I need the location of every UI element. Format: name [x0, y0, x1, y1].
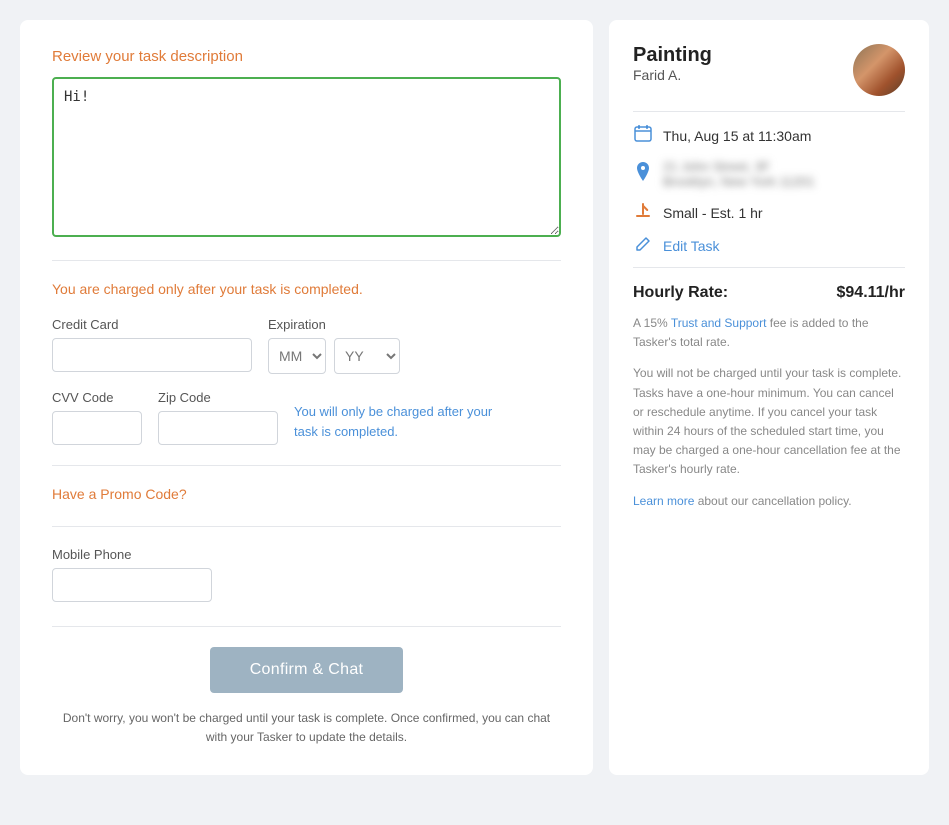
- right-panel: Painting Farid A. Thu, Aug 15 at 11:30am: [609, 20, 929, 775]
- trust-support-link[interactable]: Trust and Support: [671, 316, 767, 330]
- tasker-name: Farid A.: [633, 67, 712, 83]
- edit-icon: [633, 236, 653, 255]
- zip-input[interactable]: [158, 411, 278, 445]
- right-divider-2: [633, 267, 905, 268]
- location-icon: [633, 162, 653, 187]
- hourly-rate-value: $94.11/hr: [837, 284, 906, 302]
- charge-notice: You are charged only after your task is …: [52, 281, 561, 297]
- phone-input[interactable]: [52, 568, 212, 602]
- edit-task-row[interactable]: Edit Task: [633, 236, 905, 255]
- task-description-textarea[interactable]: Hi!: [52, 77, 561, 237]
- task-size-icon: [633, 201, 653, 224]
- divider-1: [52, 260, 561, 261]
- hourly-rate-label: Hourly Rate:: [633, 284, 728, 302]
- task-size-row: Small - Est. 1 hr: [633, 201, 905, 224]
- edit-task-link[interactable]: Edit Task: [663, 238, 720, 254]
- learn-more-row: Learn more about our cancellation policy…: [633, 492, 905, 511]
- date-time-row: Thu, Aug 15 at 11:30am: [633, 124, 905, 147]
- divider-2: [52, 465, 561, 466]
- tasker-avatar: [853, 44, 905, 96]
- calendar-icon: [633, 124, 653, 147]
- zip-label: Zip Code: [158, 390, 278, 405]
- learn-more-link[interactable]: Learn more: [633, 494, 694, 508]
- task-size-text: Small - Est. 1 hr: [663, 205, 763, 221]
- phone-label: Mobile Phone: [52, 547, 561, 562]
- divider-4: [52, 626, 561, 627]
- expiration-month-select[interactable]: MM 010203 040506 070809 101112: [268, 338, 326, 374]
- address-row: 21 John Street, 3FBrooklyn, New York 112…: [633, 159, 905, 189]
- expiration-label: Expiration: [268, 317, 400, 332]
- credit-card-label: Credit Card: [52, 317, 252, 332]
- fee-notice: A 15% Trust and Support fee is added to …: [633, 314, 905, 352]
- promo-code-link[interactable]: Have a Promo Code?: [52, 486, 187, 502]
- hourly-rate-row: Hourly Rate: $94.11/hr: [633, 284, 905, 302]
- right-divider-1: [633, 111, 905, 112]
- date-time-text: Thu, Aug 15 at 11:30am: [663, 128, 811, 144]
- confirm-footnote: Don't worry, you won't be charged until …: [52, 709, 561, 747]
- divider-3: [52, 526, 561, 527]
- charge-note: You will only be charged after your task…: [294, 402, 514, 445]
- cvv-label: CVV Code: [52, 390, 142, 405]
- cvv-input[interactable]: [52, 411, 142, 445]
- policy-notice: You will not be charged until your task …: [633, 364, 905, 479]
- confirm-chat-button[interactable]: Confirm & Chat: [210, 647, 404, 693]
- task-title: Painting: [633, 44, 712, 67]
- address-text: 21 John Street, 3FBrooklyn, New York 112…: [663, 159, 815, 189]
- expiration-year-select[interactable]: YY 202420252026 202720282029: [334, 338, 400, 374]
- left-panel: Review your task description Hi! You are…: [20, 20, 593, 775]
- learn-more-suffix: about our cancellation policy.: [694, 494, 851, 508]
- credit-card-input[interactable]: [52, 338, 252, 372]
- tasker-header: Painting Farid A.: [633, 44, 905, 99]
- task-description-label: Review your task description: [52, 48, 561, 65]
